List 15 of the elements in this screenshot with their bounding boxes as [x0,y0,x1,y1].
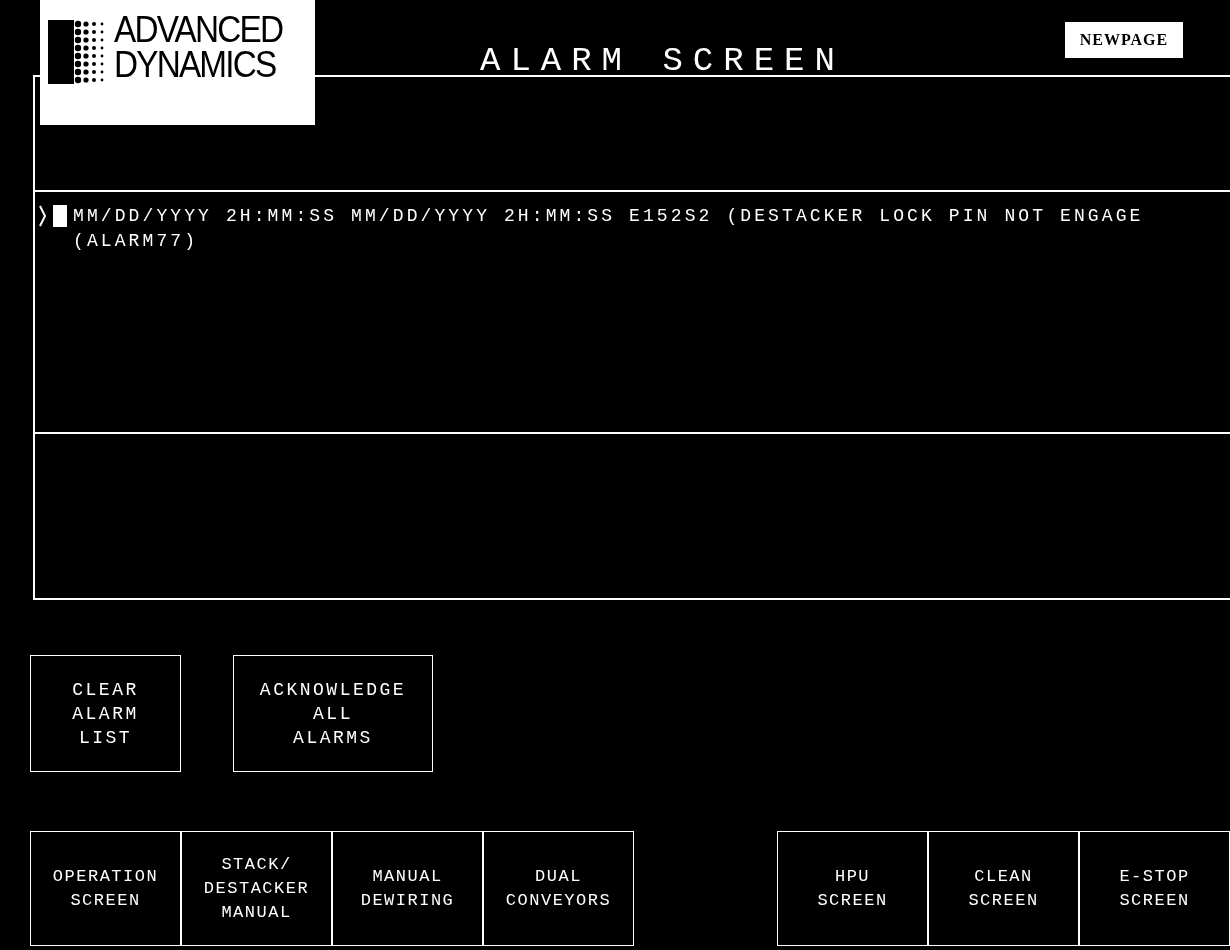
navigation-button[interactable]: OPERATION SCREEN [30,831,181,946]
navigation-button[interactable]: STACK/ DESTACKER MANUAL [181,831,332,946]
logo-wordmark: DYNAMICS [114,47,277,83]
navigation-button[interactable]: E-STOP SCREEN [1079,831,1230,946]
alarm-action-button[interactable]: CLEAR ALARM LIST [30,655,181,772]
alarm-action-button[interactable]: ACKNOWLEDGE ALL ALARMS [233,655,433,772]
navigation-button[interactable]: CLEAN SCREEN [928,831,1079,946]
row-marker-icon [39,205,47,227]
screen-title: ALARM SCREEN [480,44,845,78]
alarm-entry[interactable]: MM/DD/YYYY 2H:MM:SS MM/DD/YYYY 2H:MM:SS E152S2 (DESTACKER LOCK PIN NOT ENGAGE (ALARM77) [73,204,1148,254]
navigation-button[interactable]: HPU SCREEN [777,831,928,946]
navigation-button[interactable]: MANUAL DEWIRING [332,831,483,946]
navigation-button[interactable]: DUAL CONVEYORS [483,831,634,946]
logo-wordmark: ADVANCED [114,12,283,48]
newpage-button[interactable]: NEWPAGE [1065,22,1183,58]
